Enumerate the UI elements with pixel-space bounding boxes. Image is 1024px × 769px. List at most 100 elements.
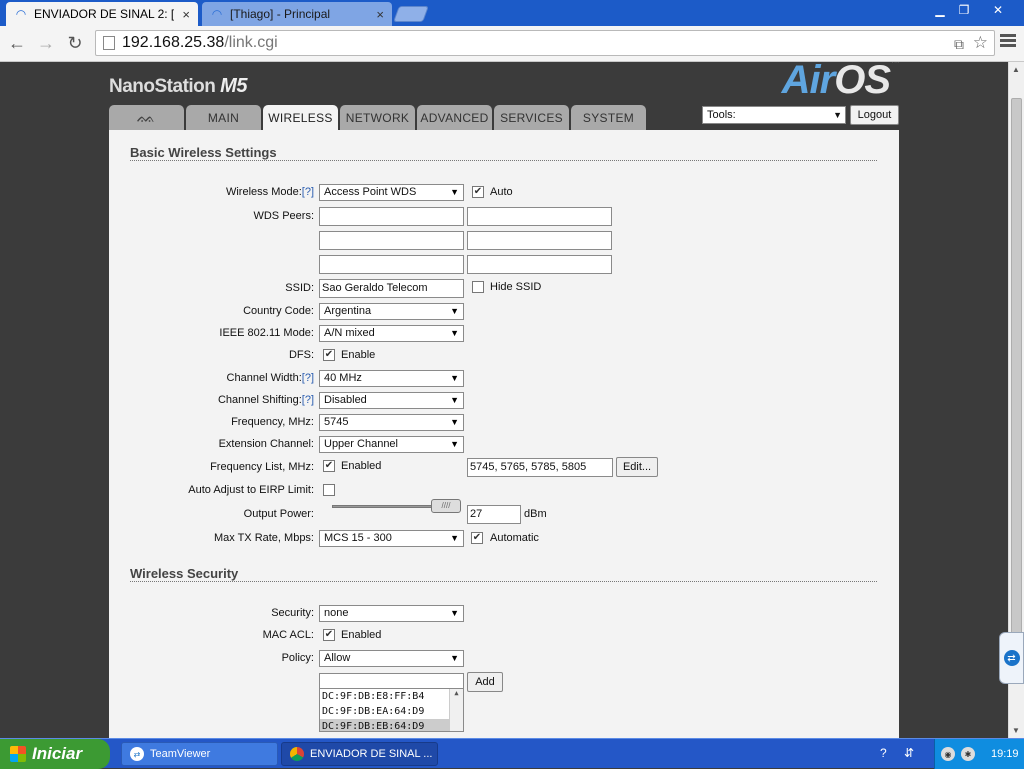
tab-wireless[interactable]: WIRELESS [263, 105, 338, 130]
wds-peer-input[interactable] [319, 255, 464, 274]
tab-services[interactable]: SERVICES [494, 105, 569, 130]
address-bar[interactable]: 192.168.25.38/link.cgi ⧉ ☆ [95, 30, 995, 56]
frequency-list-input[interactable]: 5745, 5765, 5785, 5805 [467, 458, 613, 477]
mac-acl-enabled-label: Enabled [341, 629, 382, 641]
channel-width-label: Channel Width:[?] [226, 372, 314, 384]
policy-label: Policy: [281, 652, 314, 664]
wireless-mode-select[interactable]: Access Point WDS ▼ [319, 184, 464, 201]
security-label: Security: [271, 607, 314, 619]
restore-icon[interactable]: ❐ [952, 1, 976, 19]
logout-button[interactable]: Logout [850, 105, 899, 125]
windows-logo-icon [10, 746, 26, 762]
channel-shifting-select[interactable]: Disabled ▼ [319, 392, 464, 409]
close-tab-icon[interactable]: × [376, 7, 384, 22]
browser-tab[interactable]: ◠ [Thiago] - Principal × [202, 2, 392, 26]
automatic-label: Automatic [490, 532, 539, 544]
tools-select[interactable]: Tools: ▼ [702, 106, 846, 124]
new-tab-button[interactable] [393, 6, 429, 22]
edit-frequency-list-button[interactable]: Edit... [616, 457, 658, 477]
policy-select[interactable]: Allow ▼ [319, 650, 464, 667]
taskbar-item-browser[interactable]: ENVIADOR DE SINAL ... [281, 742, 438, 766]
browser-toolbar: ← → ↻ 192.168.25.38/link.cgi ⧉ ☆ [0, 26, 1024, 62]
output-power-slider-thumb[interactable]: //// [431, 499, 461, 513]
system-tray: ◉ ✱ 19:19 [934, 739, 1024, 769]
max-tx-rate-select[interactable]: MCS 15 - 300 ▼ [319, 530, 464, 547]
list-scrollbar[interactable]: ▲ [449, 689, 463, 731]
wifi-icon: ◠ [211, 7, 223, 21]
taskbar-item-teamviewer[interactable]: ⇄ TeamViewer [121, 742, 278, 766]
frequency-list-checkbox[interactable]: ✔ [323, 460, 335, 472]
dropdown-arrow-icon: ▼ [450, 395, 459, 405]
tab-main[interactable]: MAIN [186, 105, 261, 130]
hide-ssid-label: Hide SSID [490, 281, 542, 293]
model-name: M5 [220, 75, 247, 97]
mac-acl-checkbox[interactable]: ✔ [323, 629, 335, 641]
dropdown-arrow-icon: ▼ [450, 306, 459, 316]
scrollbar-thumb[interactable] [1011, 98, 1022, 680]
security-select[interactable]: none ▼ [319, 605, 464, 622]
wds-peer-input[interactable] [319, 207, 464, 226]
ssid-input[interactable]: Sao Geraldo Telecom [319, 279, 464, 298]
minimize-icon[interactable]: ▁ [928, 1, 952, 19]
list-item[interactable]: DC:9F:DB:EB:64:D9 [320, 719, 463, 731]
eirp-checkbox[interactable] [323, 484, 335, 496]
output-power-label: Output Power: [243, 508, 314, 520]
mac-address-list[interactable]: DC:9F:DB:E8:FF:B4 DC:9F:DB:EA:64:D9 DC:9… [319, 688, 464, 732]
teamviewer-icon: ⇄ [1003, 650, 1020, 666]
dfs-checkbox[interactable]: ✔ [323, 349, 335, 361]
security-tray-icon[interactable]: ◉ [941, 747, 955, 761]
automatic-checkbox[interactable]: ✔ [471, 532, 483, 544]
translate-icon[interactable]: ⧉ [954, 36, 964, 53]
help-link[interactable]: [?] [302, 372, 314, 384]
channel-width-select[interactable]: 40 MHz ▼ [319, 370, 464, 387]
eirp-label: Auto Adjust to EIRP Limit: [188, 484, 314, 496]
teamviewer-panel-tab[interactable]: ⇄ [999, 632, 1024, 684]
auto-label: Auto [490, 186, 513, 198]
list-item[interactable]: DC:9F:DB:E8:FF:B4 [320, 689, 463, 704]
extension-channel-select[interactable]: Upper Channel ▼ [319, 436, 464, 453]
extension-channel-label: Extension Channel: [218, 438, 314, 450]
auto-checkbox[interactable]: ✔ [472, 186, 484, 198]
mac-acl-label: MAC ACL: [262, 629, 314, 641]
frequency-select[interactable]: 5745 ▼ [319, 414, 464, 431]
list-item[interactable]: DC:9F:DB:EA:64:D9 [320, 704, 463, 719]
country-code-select[interactable]: Argentina ▼ [319, 303, 464, 320]
tab-advanced[interactable]: ADVANCED [417, 105, 492, 130]
ieee-mode-select[interactable]: A/N mixed ▼ [319, 325, 464, 342]
help-link[interactable]: [?] [302, 186, 314, 198]
forward-icon[interactable]: → [35, 32, 57, 54]
help-link[interactable]: [?] [302, 394, 314, 406]
add-mac-button[interactable]: Add [467, 672, 503, 692]
scroll-up-icon[interactable]: ▲ [1012, 65, 1020, 74]
menu-icon[interactable] [1000, 34, 1016, 50]
section-divider [130, 160, 877, 161]
network-tray-icon[interactable]: ⇵ [904, 746, 914, 760]
back-icon[interactable]: ← [6, 32, 28, 54]
dropdown-arrow-icon: ▼ [450, 653, 459, 663]
wds-peer-input[interactable] [467, 231, 612, 250]
url-path: /link.cgi [224, 34, 278, 51]
ssid-label: SSID: [285, 282, 314, 294]
wds-peer-input[interactable] [467, 207, 612, 226]
star-icon[interactable]: ☆ [973, 33, 988, 53]
hide-ssid-checkbox[interactable] [472, 281, 484, 293]
help-tray-icon[interactable]: ? [880, 746, 887, 760]
tab-system[interactable]: SYSTEM [571, 105, 646, 130]
browser-tab-active[interactable]: ◠ ENVIADOR DE SINAL 2: [Nan × [6, 2, 198, 26]
close-tab-icon[interactable]: × [182, 7, 190, 22]
reload-icon[interactable]: ↻ [64, 32, 86, 54]
tab-ubiquiti[interactable]: ᨐ [109, 105, 184, 130]
tab-network[interactable]: NETWORK [340, 105, 415, 130]
output-power-input[interactable]: 27 [467, 505, 521, 524]
wds-peer-input[interactable] [467, 255, 612, 274]
scroll-down-icon[interactable]: ▼ [1012, 726, 1020, 735]
network-status-icon[interactable]: ✱ [961, 747, 975, 761]
dfs-label: DFS: [288, 349, 314, 361]
page-viewport: NanoStation M5 AirOS™ ᨐ MAIN WIRELESS NE… [0, 62, 1008, 738]
start-button[interactable]: Iniciar [0, 739, 110, 769]
wds-peer-input[interactable] [319, 231, 464, 250]
frequency-list-label: Frequency List, MHz: [210, 461, 314, 473]
max-tx-rate-label: Max TX Rate, Mbps: [213, 532, 314, 544]
close-window-icon[interactable]: ✕ [976, 1, 1020, 19]
main-nav: ᨐ MAIN WIRELESS NETWORK ADVANCED SERVICE… [109, 105, 648, 130]
